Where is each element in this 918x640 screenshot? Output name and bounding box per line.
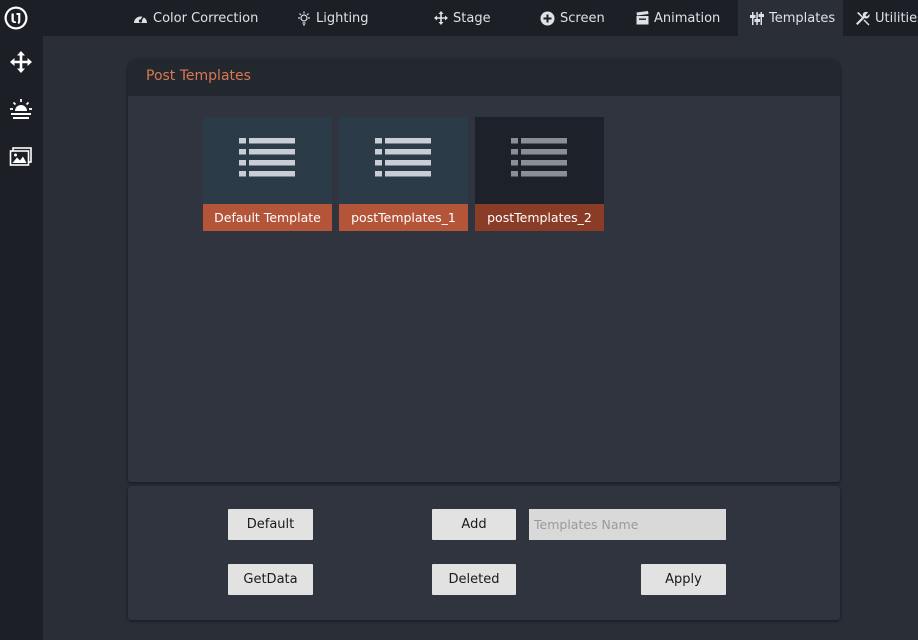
sliders-icon	[750, 11, 764, 25]
tab-lighting[interactable]: Lighting	[297, 0, 369, 36]
getdata-button[interactable]: GetData	[228, 564, 313, 595]
deleted-button[interactable]: Deleted	[432, 564, 516, 595]
tools-icon	[856, 11, 870, 25]
tab-utilities[interactable]: Utilities	[855, 0, 918, 36]
list-icon	[239, 138, 295, 177]
tab-label: Animation	[654, 10, 721, 26]
app-window: Color Correction Lighting Stage Screen A…	[0, 0, 918, 640]
tab-templates[interactable]: Templates	[738, 0, 843, 36]
clapperboard-icon	[636, 11, 649, 25]
tab-label: Lighting	[316, 10, 369, 26]
unreal-logo-icon[interactable]	[3, 5, 29, 31]
gauge-icon	[134, 15, 147, 23]
template-card-label: postTemplates_2	[475, 204, 604, 231]
bulb-icon	[298, 11, 310, 25]
template-card-label: Default Template	[203, 204, 332, 231]
tab-color-correction[interactable]: Color Correction	[133, 0, 258, 36]
list-icon	[511, 138, 567, 177]
panel-header: Post Templates	[128, 59, 840, 96]
tab-screen[interactable]: Screen	[540, 0, 605, 36]
plus-circle-icon	[540, 11, 555, 25]
move-icon	[434, 11, 448, 25]
template-actions-panel: Default Add GetData Deleted Apply	[128, 486, 840, 620]
tab-label: Color Correction	[153, 10, 259, 26]
list-icon	[375, 138, 431, 177]
left-sidebar	[0, 36, 43, 640]
tab-label: Screen	[560, 10, 605, 26]
panel-title: Post Templates	[146, 68, 251, 84]
add-button[interactable]: Add	[432, 509, 516, 540]
tab-stage[interactable]: Stage	[434, 0, 491, 36]
default-button[interactable]: Default	[228, 509, 313, 540]
template-card-default[interactable]: Default Template	[203, 117, 332, 231]
top-nav-bar: Color Correction Lighting Stage Screen A…	[0, 0, 918, 36]
images-icon[interactable]	[9, 145, 33, 169]
tab-label: Templates	[769, 10, 836, 26]
tab-animation[interactable]: Animation	[636, 0, 720, 36]
template-card-1[interactable]: postTemplates_1	[339, 117, 468, 231]
post-templates-panel: Post Templates Default Template postTemp…	[128, 59, 840, 482]
tab-label: Stage	[453, 10, 491, 26]
sunset-icon[interactable]	[9, 97, 33, 121]
tab-label: Utilities	[875, 10, 918, 26]
apply-button[interactable]: Apply	[641, 564, 726, 595]
move-icon[interactable]	[9, 50, 33, 74]
templates-name-input[interactable]	[529, 509, 726, 540]
template-card-label: postTemplates_1	[339, 204, 468, 231]
template-card-2[interactable]: postTemplates_2	[475, 117, 604, 231]
